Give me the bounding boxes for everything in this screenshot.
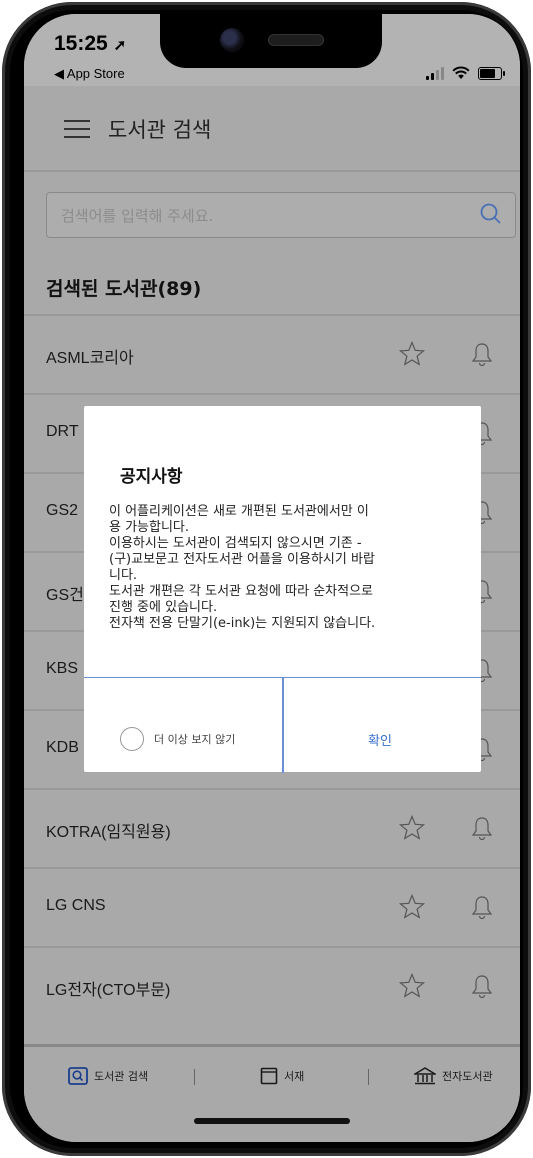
confirm-button[interactable]: 확인	[368, 730, 392, 749]
list-item[interactable]: LG전자(CTO부문)	[24, 946, 520, 1025]
status-time: 15:25 ➚	[54, 32, 126, 56]
search-icon	[68, 1067, 88, 1085]
book-icon	[260, 1067, 278, 1085]
bell-icon[interactable]	[468, 814, 496, 842]
library-name: LG전자(CTO부문)	[46, 982, 171, 999]
dialog-line: 니다.	[109, 568, 138, 583]
tab-label: 전자도서관	[442, 1070, 493, 1083]
library-name: GS2	[46, 502, 79, 519]
location-arrow-icon: ➚	[113, 37, 127, 54]
star-icon[interactable]	[398, 893, 426, 921]
page-title: 도서관 검색	[108, 118, 212, 142]
star-icon[interactable]	[398, 340, 426, 368]
search-icon[interactable]	[479, 202, 503, 226]
action-divider	[282, 678, 284, 773]
dont-show-again-radio[interactable]	[120, 727, 144, 751]
search-input[interactable]: 검색어를 입력해 주세요.	[46, 192, 516, 238]
library-name: GS건	[46, 587, 84, 604]
system-icons	[426, 64, 505, 80]
star-icon[interactable]	[398, 814, 426, 842]
dialog-line: 전자책 전용 단말기(e-ink)는 지원되지 않습니다.	[109, 616, 376, 631]
tab-divider	[194, 1069, 195, 1085]
tab-e-library[interactable]: 전자도서관	[414, 1067, 493, 1085]
home-area	[24, 1107, 520, 1142]
phone-screen: 15:25 ➚ ◀ App Store 도서관 검색 검색어를 입력해 주세요.	[24, 14, 520, 1142]
library-name: KDB	[46, 739, 79, 756]
wifi-icon	[452, 66, 470, 79]
tab-label: 서재	[284, 1070, 305, 1083]
library-name: KBS	[46, 660, 79, 677]
library-name: LG CNS	[46, 897, 106, 914]
cellular-signal-icon	[426, 67, 444, 80]
dialog-title: 공지사항	[120, 467, 183, 487]
camera-icon	[220, 28, 244, 52]
tab-divider	[368, 1069, 369, 1085]
dont-show-again-label: 더 이상 보지 않기	[154, 733, 236, 746]
dialog-line: 이 어플리케이션은 새로 개편된 도서관에서만 이	[109, 504, 369, 519]
dont-show-again-option[interactable]: 더 이상 보지 않기	[120, 727, 235, 751]
tab-library-search[interactable]: 도서관 검색	[68, 1067, 148, 1085]
bottom-tab-bar: 도서관 검색 서재 전자도서관	[24, 1044, 520, 1107]
home-indicator[interactable]	[194, 1118, 350, 1124]
clock-time: 15:25	[54, 32, 108, 55]
search-placeholder: 검색어를 입력해 주세요.	[61, 207, 214, 225]
bell-icon[interactable]	[468, 972, 496, 1000]
star-icon[interactable]	[398, 972, 426, 1000]
library-icon	[414, 1067, 436, 1085]
dialog-line: 용 가능합니다.	[109, 520, 190, 535]
battery-icon	[478, 67, 505, 80]
library-name: ASML코리아	[46, 350, 134, 367]
library-name: KOTRA(임직원용)	[46, 824, 171, 841]
bell-icon[interactable]	[468, 340, 496, 368]
list-item[interactable]: KOTRA(임직원용)	[24, 788, 520, 867]
library-name: DRT	[46, 423, 79, 440]
speaker-grille	[268, 34, 324, 46]
bell-icon[interactable]	[468, 893, 496, 921]
notch	[160, 14, 382, 68]
dialog-line: 이용하시는 도서관이 검색되지 않으시면 기존 -	[109, 536, 362, 551]
tab-bookshelf[interactable]: 서재	[260, 1067, 304, 1085]
dialog-line: (구)교보문고 전자도서관 어플을 이용하시기 바랍	[109, 552, 375, 567]
results-heading: 검색된 도서관(89)	[46, 278, 202, 300]
dialog-line: 진행 중에 있습니다.	[109, 600, 218, 615]
dialog-message: 이 어플리케이션은 새로 개편된 도서관에서만 이 용 가능합니다. 이용하시는…	[109, 504, 459, 632]
tab-label: 도서관 검색	[94, 1070, 149, 1083]
back-to-app-store[interactable]: ◀ App Store	[54, 66, 125, 82]
dialog-line: 도서관 개편은 각 도서관 요청에 따라 순차적으로	[109, 584, 373, 599]
notice-dialog: 공지사항 이 어플리케이션은 새로 개편된 도서관에서만 이 용 가능합니다. …	[84, 406, 481, 773]
hamburger-menu-icon[interactable]	[64, 120, 90, 138]
list-item[interactable]: LG CNS	[24, 867, 520, 946]
app-bar: 도서관 검색	[24, 86, 520, 172]
dialog-actions: 더 이상 보지 않기 확인	[84, 677, 481, 773]
list-item[interactable]: ASML코리아	[24, 314, 520, 393]
